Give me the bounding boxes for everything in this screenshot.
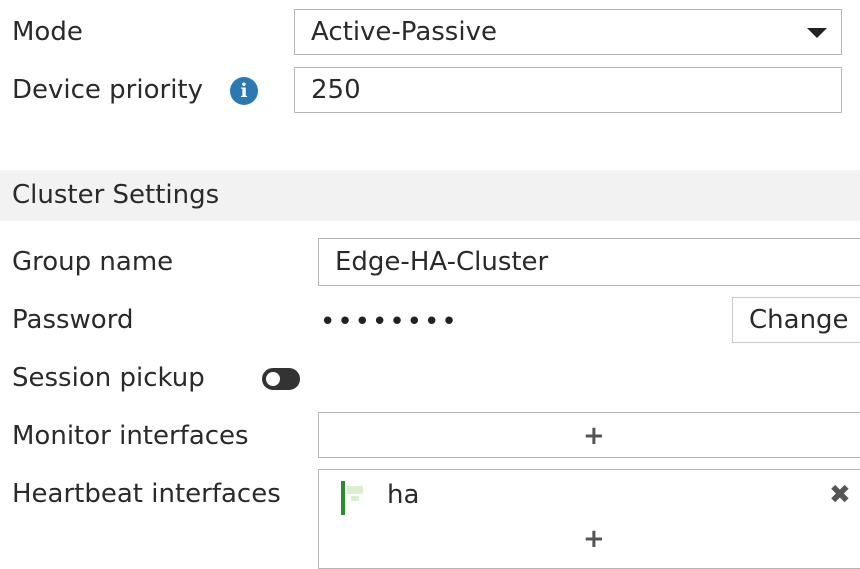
group-name-value: Edge-HA-Cluster: [335, 247, 549, 277]
heartbeat-interfaces-label: Heartbeat interfaces: [12, 479, 281, 509]
network-port-icon: [341, 481, 345, 515]
info-icon[interactable]: i: [230, 77, 258, 105]
password-masked-value: ••••••••: [320, 307, 459, 337]
device-priority-input[interactable]: 250: [294, 67, 842, 113]
add-monitor-interface-icon[interactable]: +: [583, 423, 605, 449]
heartbeat-interface-item[interactable]: ha ✖: [319, 470, 860, 520]
device-priority-label: Device priority: [12, 75, 204, 105]
session-pickup-label: Session pickup: [12, 363, 205, 393]
chevron-down-icon: [807, 28, 827, 38]
password-label: Password: [12, 305, 134, 335]
add-heartbeat-interface-icon[interactable]: +: [583, 526, 605, 552]
heartbeat-interface-name: ha: [387, 480, 420, 510]
group-name-label: Group name: [12, 247, 174, 277]
group-name-input[interactable]: Edge-HA-Cluster: [318, 238, 860, 286]
session-pickup-toggle[interactable]: [262, 368, 300, 390]
heartbeat-interfaces-field[interactable]: ha ✖ +: [318, 469, 860, 569]
change-password-button[interactable]: Change: [732, 297, 860, 343]
monitor-interfaces-field[interactable]: +: [318, 412, 860, 458]
cluster-settings-title: Cluster Settings: [12, 180, 220, 210]
mode-label: Mode: [12, 17, 83, 47]
monitor-interfaces-label: Monitor interfaces: [12, 421, 249, 451]
mode-select-value: Active-Passive: [311, 17, 497, 47]
mode-select[interactable]: Active-Passive: [294, 9, 842, 55]
remove-interface-icon[interactable]: ✖: [829, 482, 851, 508]
change-password-label: Change: [749, 305, 849, 335]
toggle-knob: [266, 372, 280, 386]
device-priority-value: 250: [311, 75, 361, 105]
